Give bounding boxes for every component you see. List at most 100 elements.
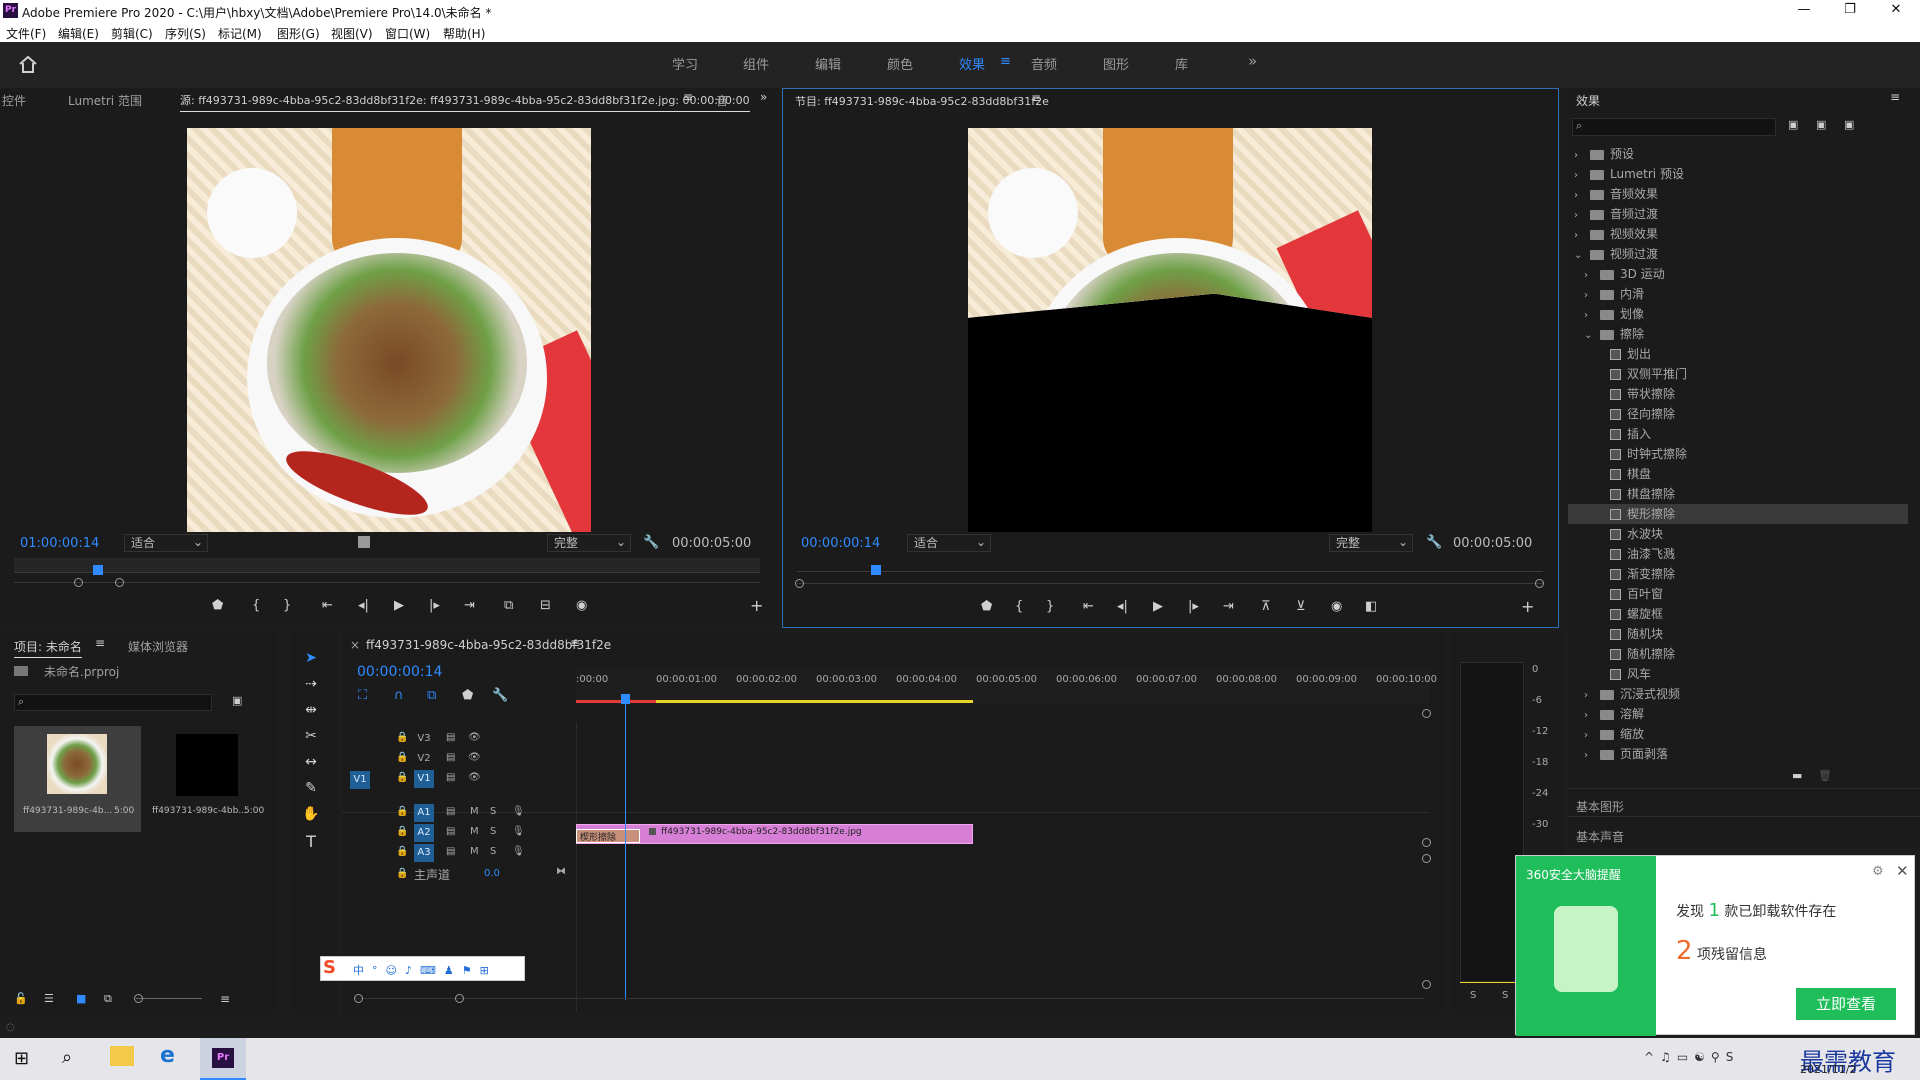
workspace-graphics[interactable]: 图形 [1103, 54, 1129, 73]
effects-tree-item[interactable]: › Lumetri 预设 [1568, 164, 1908, 184]
chevron-right-icon[interactable]: › [1584, 686, 1600, 706]
h-scroll-right[interactable] [455, 994, 464, 1003]
timeline-settings-icon[interactable]: 🔧 [492, 688, 508, 703]
sort-icon[interactable]: ≡ [220, 992, 230, 1006]
track-lock-icon[interactable]: 🔒 [396, 752, 408, 763]
tray-icons[interactable]: ^♫▭☯⚲S [1644, 1050, 1739, 1064]
vertical-scroll-bottom[interactable] [1422, 980, 1431, 989]
track-lock-icon[interactable]: 🔒 [396, 806, 408, 817]
program-go-to-out-icon[interactable]: ⇥ [1223, 599, 1234, 614]
program-scroll-right[interactable] [1535, 579, 1544, 588]
panel-menu-icon[interactable]: ≡ [683, 90, 693, 104]
program-time-ruler[interactable] [797, 571, 1543, 572]
source-settings-icon[interactable] [358, 536, 370, 548]
chevron-down-icon[interactable]: ⌄ [1584, 326, 1600, 346]
pen-tool-icon[interactable]: ✎ [300, 780, 322, 800]
project-item-image[interactable]: ff493731-989c-4b... 5:00 [14, 726, 141, 832]
ime-toolbar[interactable]: S 中°☺♪⌨♟⚑⊞ [320, 956, 525, 981]
new-bin-icon[interactable]: ▬ [1792, 769, 1802, 782]
more-workspaces-icon[interactable]: » [1248, 52, 1257, 70]
effects-tree-item[interactable]: 双侧平推门 [1568, 364, 1908, 384]
insert-icon[interactable]: ⧉ [504, 598, 513, 613]
taskbar-premiere-button[interactable]: Pr [200, 1038, 246, 1080]
list-view-icon[interactable]: ☰ [44, 992, 54, 1005]
source-fit-dropdown[interactable]: 适合 ⌄ [124, 534, 208, 552]
button-editor-icon[interactable]: + [750, 596, 763, 615]
effects-tree-item[interactable]: 渐变擦除 [1568, 564, 1908, 584]
maximize-button[interactable]: ❐ [1830, 2, 1870, 20]
workspace-audio[interactable]: 音频 [1031, 54, 1057, 73]
add-marker-icon[interactable]: ⬟ [212, 598, 223, 613]
effects-tree-item[interactable]: › 视频效果 [1568, 224, 1908, 244]
workspace-effects[interactable]: 效果 [959, 54, 985, 73]
zoom-slider[interactable] [136, 998, 202, 999]
chevron-right-icon[interactable]: › [1574, 146, 1590, 166]
chevron-right-icon[interactable]: › [1584, 306, 1600, 326]
find-icon[interactable]: ▣ [232, 694, 242, 707]
sync-lock-icon[interactable]: ▤ [446, 846, 455, 857]
freeform-view-icon[interactable]: ⧉ [104, 992, 112, 1006]
effects-tree-item[interactable]: 棋盘擦除 [1568, 484, 1908, 504]
voiceover-record-icon[interactable]: 🎙 [512, 806, 525, 817]
mark-in-icon[interactable]: { [252, 598, 260, 613]
file-explorer-icon[interactable] [110, 1046, 134, 1066]
mute-button[interactable]: M [470, 846, 479, 857]
workspace-color[interactable]: 颜色 [887, 54, 913, 73]
effects-tree-item[interactable]: › 溶解 [1568, 704, 1908, 724]
program-scroll-left[interactable] [795, 579, 804, 588]
effects-tree-item[interactable]: › 沉浸式视频 [1568, 684, 1908, 704]
vertical-scroll-mid[interactable] [1422, 838, 1431, 847]
effects-tree-item[interactable]: 螺旋框 [1568, 604, 1908, 624]
chevron-right-icon[interactable]: › [1584, 746, 1600, 766]
menu-edit[interactable]: 编辑(E) [58, 25, 99, 42]
scroll-handle-right[interactable] [115, 578, 124, 587]
icon-view-icon[interactable]: ■ [76, 992, 86, 1005]
menu-markers[interactable]: 标记(M) [218, 25, 262, 42]
menu-file[interactable]: 文件(F) [6, 25, 46, 42]
edge-browser-icon[interactable]: e [160, 1043, 175, 1068]
source-playhead-timecode[interactable]: 01:00:00:14 [20, 536, 99, 551]
step-back-icon[interactable]: ◂| [358, 598, 369, 613]
track-lock-icon[interactable]: 🔒 [396, 846, 408, 857]
nest-icon[interactable]: ⛶ [358, 688, 367, 703]
source-time-ruler[interactable] [14, 558, 760, 572]
track-visibility-icon[interactable]: 👁 [468, 752, 481, 763]
play-icon[interactable]: ▶ [394, 598, 404, 613]
effects-tree-item[interactable]: 风车 [1568, 664, 1908, 684]
go-to-in-icon[interactable]: ⇤ [322, 598, 333, 613]
solo-left-button[interactable]: S [1470, 990, 1476, 1001]
transition-clip[interactable]: 楔形擦除 [576, 829, 640, 843]
menu-window[interactable]: 窗口(W) [385, 25, 430, 42]
windows-start-icon[interactable]: ⊞ [14, 1048, 29, 1069]
mute-button[interactable]: M [470, 806, 479, 817]
master-expand-icon[interactable]: ⧓ [556, 866, 566, 877]
essential-sound-section[interactable]: 基本声音 [1576, 828, 1624, 845]
effects-tree-item[interactable]: › 预设 [1568, 144, 1908, 164]
program-zoom-scrollbar[interactable] [797, 583, 1543, 584]
source-zoom-scrollbar[interactable] [14, 582, 760, 583]
sync-lock-icon[interactable]: ▤ [446, 772, 455, 783]
workspace-editing[interactable]: 编辑 [815, 54, 841, 73]
track-lock-icon[interactable]: 🔒 [396, 732, 408, 743]
solo-right-button[interactable]: S [1502, 990, 1508, 1001]
track-target-button[interactable]: V3 [414, 730, 434, 748]
lift-icon[interactable]: ⊼ [1261, 599, 1271, 614]
chevron-right-icon[interactable]: › [1584, 726, 1600, 746]
chevron-right-icon[interactable]: › [1584, 266, 1600, 286]
effects-tree-item[interactable]: 油漆飞溅 [1568, 544, 1908, 564]
track-target-button[interactable]: A3 [414, 844, 434, 862]
tab-lumetri-scopes[interactable]: Lumetri 范围 [68, 92, 142, 109]
type-tool-icon[interactable]: T [300, 832, 322, 852]
effects-tree-item[interactable]: 楔形擦除 [1568, 504, 1908, 524]
timeline-ruler[interactable]: :00:00 00:00:01:00 00:00:02:00 00:00:03:00 0… [576, 668, 1462, 704]
chevron-right-icon[interactable]: › [1574, 186, 1590, 206]
lock-icon[interactable]: 🔓 [14, 992, 28, 1005]
timeline-h-scrollbar[interactable] [354, 998, 1424, 999]
chevron-right-icon[interactable]: › [1574, 226, 1590, 246]
program-export-frame-icon[interactable]: ◉ [1331, 599, 1342, 614]
solo-button[interactable]: S [490, 826, 496, 837]
sync-lock-icon[interactable]: ▤ [446, 752, 455, 763]
tab-effect-controls[interactable]: 控件 [2, 92, 26, 109]
expand-tabs-icon[interactable]: » [760, 90, 767, 104]
zoom-slider-handle[interactable] [134, 994, 143, 1003]
